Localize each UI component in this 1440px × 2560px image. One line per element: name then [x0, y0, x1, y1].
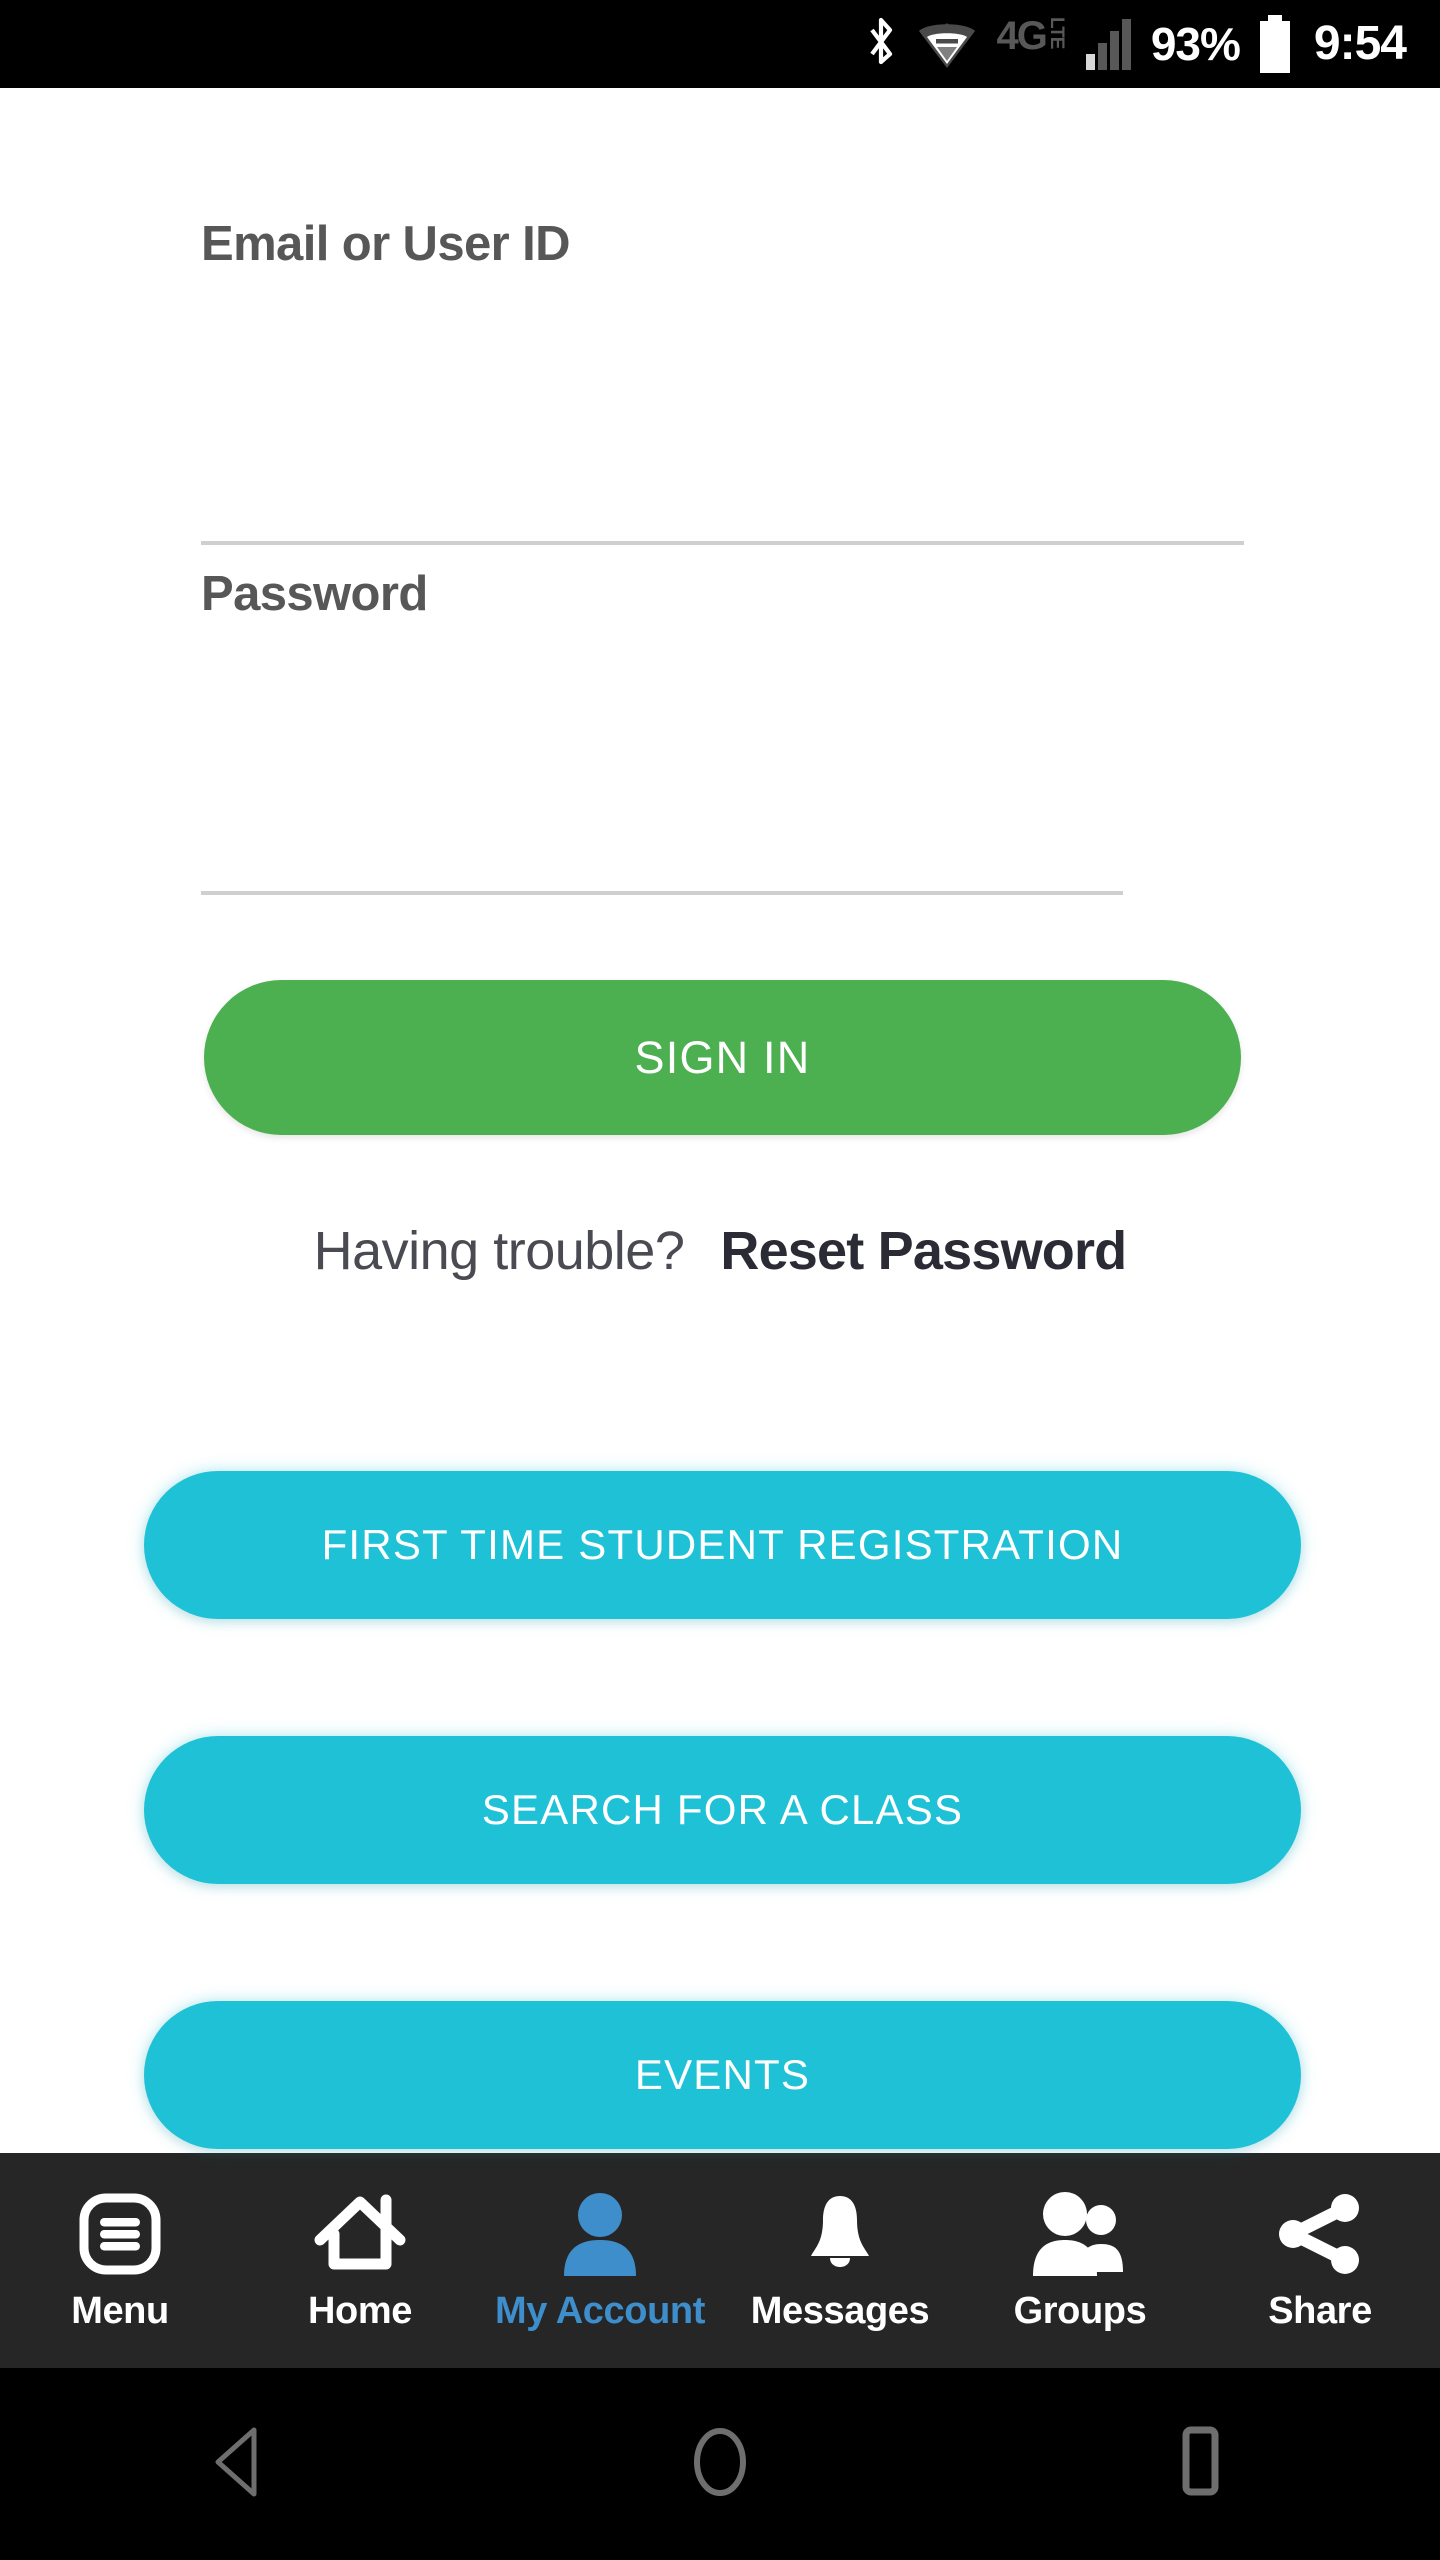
sign-in-button[interactable]: SIGN IN [204, 980, 1241, 1135]
bell-icon [799, 2188, 881, 2280]
bluetooth-icon [864, 16, 898, 72]
people-group-icon [1029, 2188, 1131, 2280]
tab-share[interactable]: Share [1200, 2153, 1440, 2368]
status-bar: 4G LTE 93% 9:54 [0, 0, 1440, 88]
reset-password-link[interactable]: Reset Password [720, 1220, 1127, 1282]
home-button[interactable] [610, 2368, 830, 2560]
tab-groups-label: Groups [1013, 2290, 1147, 2332]
status-bar-clock: 9:54 [1313, 17, 1407, 70]
tab-groups[interactable]: Groups [960, 2153, 1200, 2368]
password-field-group: Password [0, 566, 1440, 895]
network-type-indicator: 4G LTE [996, 14, 1067, 58]
recents-square-icon [1162, 2422, 1238, 2507]
login-screen: Email or User ID Password SIGN IN Having… [0, 88, 1440, 2153]
email-field-group: Email or User ID [0, 216, 1440, 545]
menu-list-icon [78, 2188, 162, 2280]
recents-button[interactable] [1090, 2368, 1310, 2560]
password-field-label: Password [201, 567, 428, 621]
tab-messages-label: Messages [750, 2290, 930, 2332]
home-circle-icon [682, 2422, 758, 2507]
tab-my-account[interactable]: My Account [480, 2153, 720, 2368]
tab-messages[interactable]: Messages [720, 2153, 960, 2368]
events-button[interactable]: EVENTS [144, 2001, 1301, 2149]
tab-home[interactable]: Home [240, 2153, 480, 2368]
tab-home-label: Home [308, 2290, 412, 2332]
first-time-student-registration-button[interactable]: FIRST TIME STUDENT REGISTRATION [144, 1471, 1301, 1619]
back-triangle-icon [202, 2422, 278, 2507]
email-input[interactable] [201, 292, 1241, 362]
tab-share-label: Share [1268, 2290, 1372, 2332]
email-field-underline [201, 541, 1244, 545]
android-navigation-bar [0, 2368, 1440, 2560]
password-input[interactable] [201, 642, 1121, 712]
wifi-icon [918, 19, 976, 69]
home-icon [314, 2188, 406, 2280]
trouble-row: Having trouble? Reset Password [0, 1220, 1440, 1282]
person-icon [558, 2188, 642, 2280]
having-trouble-label: Having trouble? [313, 1221, 685, 1281]
tab-menu[interactable]: Menu [0, 2153, 240, 2368]
tab-my-account-label: My Account [495, 2290, 705, 2332]
battery-percent-label: 93% [1150, 18, 1241, 70]
signal-bars-icon [1085, 18, 1131, 70]
back-button[interactable] [130, 2368, 350, 2560]
battery-full-icon [1259, 15, 1290, 73]
password-field-underline [201, 891, 1123, 895]
bottom-tab-bar: Menu Home My Account Messages Groups Sha… [0, 2153, 1440, 2368]
email-field-label: Email or User ID [201, 217, 571, 271]
tab-menu-label: Menu [71, 2290, 169, 2332]
search-for-a-class-button[interactable]: SEARCH FOR A CLASS [144, 1736, 1301, 1884]
share-icon [1275, 2188, 1365, 2280]
